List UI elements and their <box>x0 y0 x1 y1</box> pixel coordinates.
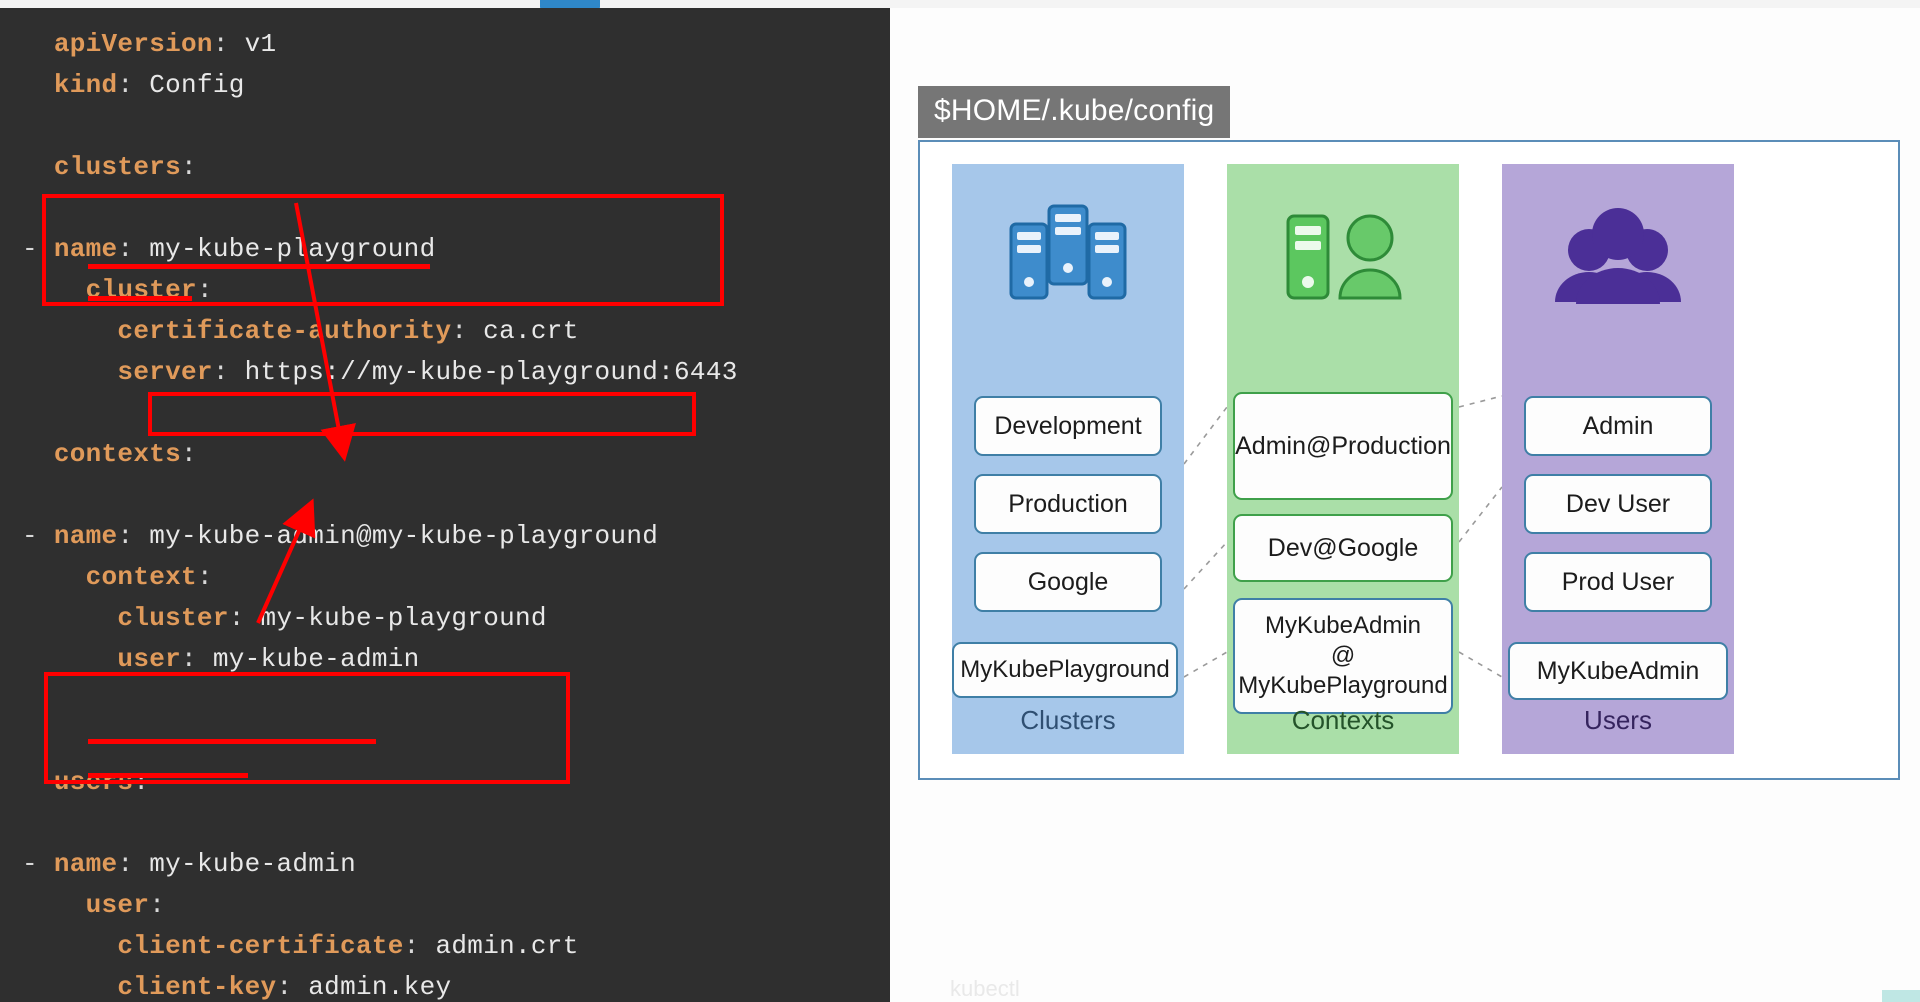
chip-context-dev-google[interactable]: Dev@Google <box>1233 514 1453 582</box>
kubeconfig-yaml-panel: apiVersion: v1 kind: Config clusters: - n… <box>0 8 890 1002</box>
chip-user-mykubeadmin[interactable]: MyKubeAdmin <box>1508 642 1728 700</box>
chip-user-admin[interactable]: Admin <box>1524 396 1712 456</box>
chip-cluster-mykubeplayground[interactable]: MyKubePlayground <box>952 642 1178 698</box>
arrow-cluster-to-context <box>294 202 356 462</box>
chip-user-dev-user[interactable]: Dev User <box>1524 474 1712 534</box>
footer-ghost-text: kubectl <box>950 976 1020 1001</box>
column-contexts: Admin@Production Dev@Google MyKubeAdmin … <box>1227 164 1459 754</box>
screenshot-root: apiVersion: v1 kind: Config clusters: - n… <box>0 0 1920 1002</box>
chip-user-prod-user[interactable]: Prod User <box>1524 552 1712 612</box>
users-group-icon <box>1502 198 1734 331</box>
link-mykubeadmin-ctx-mykubeadmin <box>1458 651 1503 678</box>
annotation-arrows <box>256 202 356 624</box>
column-title-contexts: Contexts <box>1291 705 1395 735</box>
column-users: Admin Dev User Prod User MyKubeAdmin Use… <box>1502 164 1734 754</box>
chip-context-admin-production[interactable]: Admin@Production <box>1233 392 1453 500</box>
link-google-dev-google <box>1183 541 1228 590</box>
link-admin-production-admin <box>1458 395 1503 408</box>
column-title-users: Users <box>1584 705 1652 735</box>
column-clusters: Development Production Google MyKubePlay… <box>952 164 1184 754</box>
chip-context-mykubeadmin-mykubeplayground[interactable]: MyKubeAdmin @ MyKubePlayground <box>1233 598 1453 714</box>
servers-icon <box>952 198 1184 331</box>
kubeconfig-diagram-area: $HOME/.kube/config Development Productio… <box>890 8 1920 1002</box>
chip-cluster-google[interactable]: Google <box>974 552 1162 612</box>
link-production-admin-production <box>1183 406 1228 465</box>
column-title-clusters: Clusters <box>1020 705 1116 735</box>
server-user-icon <box>1227 198 1459 331</box>
chip-cluster-production[interactable]: Production <box>974 474 1162 534</box>
link-dev-google-dev-user <box>1458 486 1503 543</box>
link-mykubeplayground-mykubeadmin-ctx <box>1183 651 1228 678</box>
chip-cluster-development[interactable]: Development <box>974 396 1162 456</box>
diagram-card: Development Production Google MyKubePlay… <box>918 140 1900 780</box>
arrow-user-to-context <box>256 498 316 624</box>
corner-accent <box>1882 990 1920 1002</box>
config-file-path-label: $HOME/.kube/config <box>918 86 1231 138</box>
